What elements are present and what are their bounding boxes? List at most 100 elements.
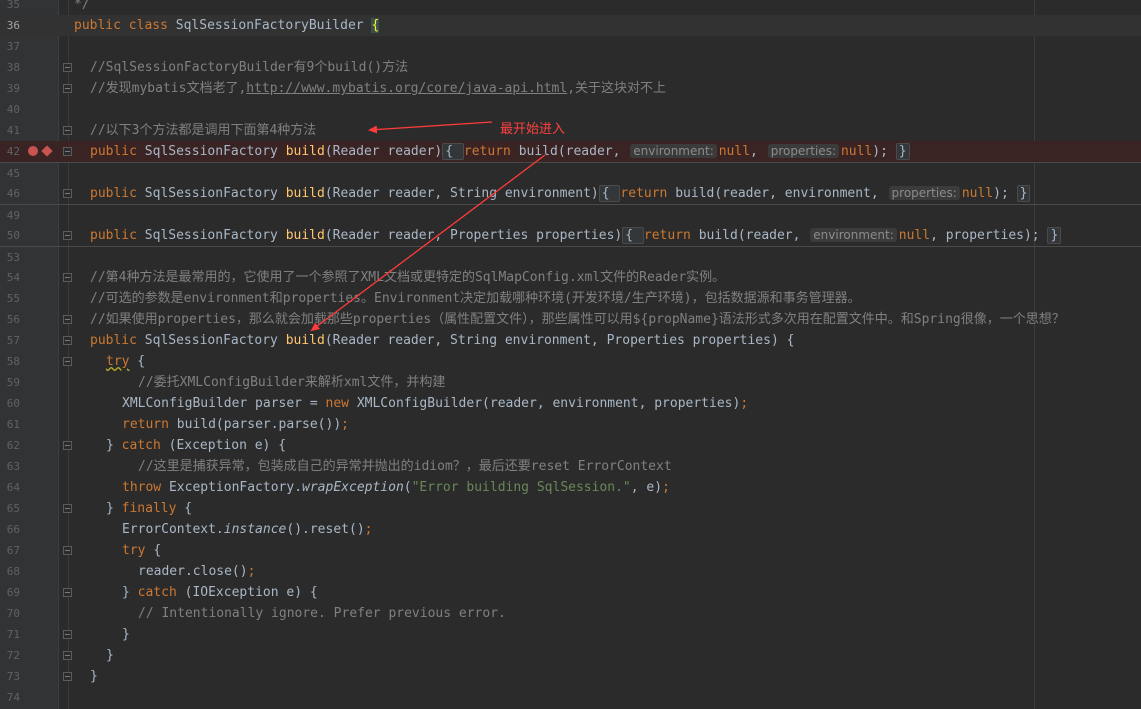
code-text[interactable]: XMLConfigBuilder parser = new XMLConfigB… bbox=[122, 393, 748, 414]
line-number[interactable]: 55 bbox=[0, 288, 20, 309]
line-number[interactable]: 67 bbox=[0, 540, 20, 561]
line-number[interactable]: 54 bbox=[0, 267, 20, 288]
code-text[interactable]: */ bbox=[74, 0, 90, 15]
line-number[interactable]: 73 bbox=[0, 666, 20, 687]
fold-toggle-icon[interactable] bbox=[63, 84, 72, 93]
code-line[interactable]: 64 throw ExceptionFactory.wrapException("… bbox=[0, 477, 1141, 498]
line-number[interactable]: 36 bbox=[0, 15, 20, 36]
code-text[interactable]: //发现mybatis文档老了,http://www.mybatis.org/c… bbox=[90, 78, 666, 99]
code-text[interactable]: try { bbox=[106, 351, 145, 372]
code-line[interactable]: 67 try { bbox=[0, 540, 1141, 561]
code-text[interactable]: public class SqlSessionFactoryBuilder { bbox=[74, 15, 380, 36]
line-number[interactable]: 42 bbox=[0, 141, 20, 162]
code-text[interactable]: ErrorContext.instance().reset(); bbox=[122, 519, 372, 540]
code-line[interactable]: 71} bbox=[0, 624, 1141, 645]
code-text[interactable]: //可选的参数是environment和properties。Environme… bbox=[90, 288, 861, 309]
code-line[interactable]: 45 bbox=[0, 162, 1141, 183]
line-number[interactable]: 68 bbox=[0, 561, 20, 582]
fold-toggle-icon[interactable] bbox=[63, 336, 72, 345]
breakpoint-icon[interactable] bbox=[28, 146, 38, 156]
fold-toggle-icon[interactable] bbox=[63, 315, 72, 324]
method-breakpoint-icon[interactable] bbox=[41, 145, 53, 157]
line-number[interactable]: 70 bbox=[0, 603, 20, 624]
line-number[interactable]: 71 bbox=[0, 624, 20, 645]
code-line[interactable]: 53 bbox=[0, 246, 1141, 267]
code-line[interactable]: 37 bbox=[0, 36, 1141, 57]
fold-toggle-icon[interactable] bbox=[63, 63, 72, 72]
code-text[interactable]: //SqlSessionFactoryBuilder有9个build()方法 bbox=[90, 57, 408, 78]
code-text[interactable]: reader.close(); bbox=[138, 561, 255, 582]
code-line[interactable]: 72} bbox=[0, 645, 1141, 666]
code-line[interactable]: 61 return build(parser.parse()); bbox=[0, 414, 1141, 435]
code-editor[interactable]: 35 */ 36 public class SqlSessionFactoryBuil… bbox=[0, 0, 1141, 709]
code-line[interactable]: 39 //发现mybatis文档老了,http://www.mybatis.org… bbox=[0, 78, 1141, 99]
fold-toggle-icon[interactable] bbox=[63, 357, 72, 366]
line-number[interactable]: 46 bbox=[0, 183, 20, 204]
code-line[interactable]: 40 bbox=[0, 99, 1141, 120]
line-number[interactable]: 61 bbox=[0, 414, 20, 435]
code-text[interactable]: } finally { bbox=[106, 498, 192, 519]
code-line[interactable]: 42 public SqlSessionFactory build(Reader … bbox=[0, 141, 1141, 162]
line-number[interactable]: 45 bbox=[0, 163, 20, 184]
line-number[interactable]: 41 bbox=[0, 120, 20, 141]
code-line[interactable]: 36 public class SqlSessionFactoryBuilder … bbox=[0, 15, 1141, 36]
line-number[interactable]: 40 bbox=[0, 99, 20, 120]
fold-toggle-icon[interactable] bbox=[63, 231, 72, 240]
line-number[interactable]: 53 bbox=[0, 247, 20, 268]
code-line[interactable]: 58 try { bbox=[0, 351, 1141, 372]
line-number[interactable]: 72 bbox=[0, 645, 20, 666]
fold-toggle-icon[interactable] bbox=[63, 651, 72, 660]
fold-toggle-icon[interactable] bbox=[63, 147, 72, 156]
code-line[interactable]: 49 bbox=[0, 204, 1141, 225]
code-text[interactable]: //以下3个方法都是调用下面第4种方法 bbox=[90, 120, 316, 141]
code-text[interactable]: //第4种方法是最常用的，它使用了一个参照了XML文档或更特定的SqlMapCo… bbox=[90, 267, 725, 288]
line-number[interactable]: 57 bbox=[0, 330, 20, 351]
line-number[interactable]: 59 bbox=[0, 372, 20, 393]
code-line[interactable]: 68 reader.close(); bbox=[0, 561, 1141, 582]
code-text[interactable]: public SqlSessionFactory build(Reader re… bbox=[90, 330, 794, 351]
code-line[interactable]: 73} bbox=[0, 666, 1141, 687]
code-line[interactable]: 74 bbox=[0, 687, 1141, 708]
code-line[interactable]: 65 } finally { bbox=[0, 498, 1141, 519]
code-line[interactable]: 46 public SqlSessionFactory build(Reader … bbox=[0, 183, 1141, 204]
line-number[interactable]: 35 bbox=[0, 0, 20, 15]
code-text[interactable]: try { bbox=[122, 540, 161, 561]
fold-toggle-icon[interactable] bbox=[63, 504, 72, 513]
code-line[interactable]: 41 //以下3个方法都是调用下面第4种方法 bbox=[0, 120, 1141, 141]
fold-toggle-icon[interactable] bbox=[63, 126, 72, 135]
line-number[interactable]: 49 bbox=[0, 205, 20, 226]
code-line[interactable]: 60 XMLConfigBuilder parser = new XMLConfi… bbox=[0, 393, 1141, 414]
code-text[interactable]: } bbox=[106, 645, 114, 666]
code-token[interactable]: http://www.mybatis.org/core/java-api.htm… bbox=[246, 81, 567, 96]
code-text[interactable]: } bbox=[90, 666, 98, 687]
code-line[interactable]: 66 ErrorContext.instance().reset(); bbox=[0, 519, 1141, 540]
code-line[interactable]: 56 //如果使用properties，那么就会加载那些properties（属性… bbox=[0, 309, 1141, 330]
code-line[interactable]: 70 // Intentionally ignore. Prefer previo… bbox=[0, 603, 1141, 624]
code-text[interactable]: } catch (IOException e) { bbox=[122, 582, 318, 603]
code-line[interactable]: 57 public SqlSessionFactory build(Reader … bbox=[0, 330, 1141, 351]
line-number[interactable]: 38 bbox=[0, 57, 20, 78]
code-text[interactable]: throw ExceptionFactory.wrapException("Er… bbox=[122, 477, 670, 498]
code-text[interactable]: public SqlSessionFactory build(Reader re… bbox=[90, 141, 910, 162]
code-line[interactable]: 50 public SqlSessionFactory build(Reader … bbox=[0, 225, 1141, 246]
fold-toggle-icon[interactable] bbox=[63, 630, 72, 639]
code-text[interactable]: public SqlSessionFactory build(Reader re… bbox=[90, 183, 1031, 204]
code-text[interactable]: // Intentionally ignore. Prefer previous… bbox=[138, 603, 506, 624]
code-text[interactable]: //如果使用properties，那么就会加载那些properties（属性配置… bbox=[90, 309, 1065, 330]
line-number[interactable]: 60 bbox=[0, 393, 20, 414]
line-number[interactable]: 56 bbox=[0, 309, 20, 330]
code-line[interactable]: 35 */ bbox=[0, 0, 1141, 15]
line-number[interactable]: 74 bbox=[0, 687, 20, 708]
line-number[interactable]: 37 bbox=[0, 36, 20, 57]
code-text[interactable]: //这里是捕获异常，包装成自己的异常并抛出的idiom？，最后还要reset E… bbox=[138, 456, 672, 477]
line-number[interactable]: 64 bbox=[0, 477, 20, 498]
fold-toggle-icon[interactable] bbox=[63, 189, 72, 198]
code-text[interactable]: //委托XMLConfigBuilder来解析xml文件，并构建 bbox=[138, 372, 445, 393]
fold-toggle-icon[interactable] bbox=[63, 546, 72, 555]
line-number[interactable]: 50 bbox=[0, 225, 20, 246]
line-number[interactable]: 69 bbox=[0, 582, 20, 603]
code-text[interactable]: } catch (Exception e) { bbox=[106, 435, 286, 456]
code-lines[interactable]: 35 */ 36 public class SqlSessionFactoryBuil… bbox=[0, 0, 1141, 708]
code-line[interactable]: 69 } catch (IOException e) { bbox=[0, 582, 1141, 603]
line-number[interactable]: 65 bbox=[0, 498, 20, 519]
